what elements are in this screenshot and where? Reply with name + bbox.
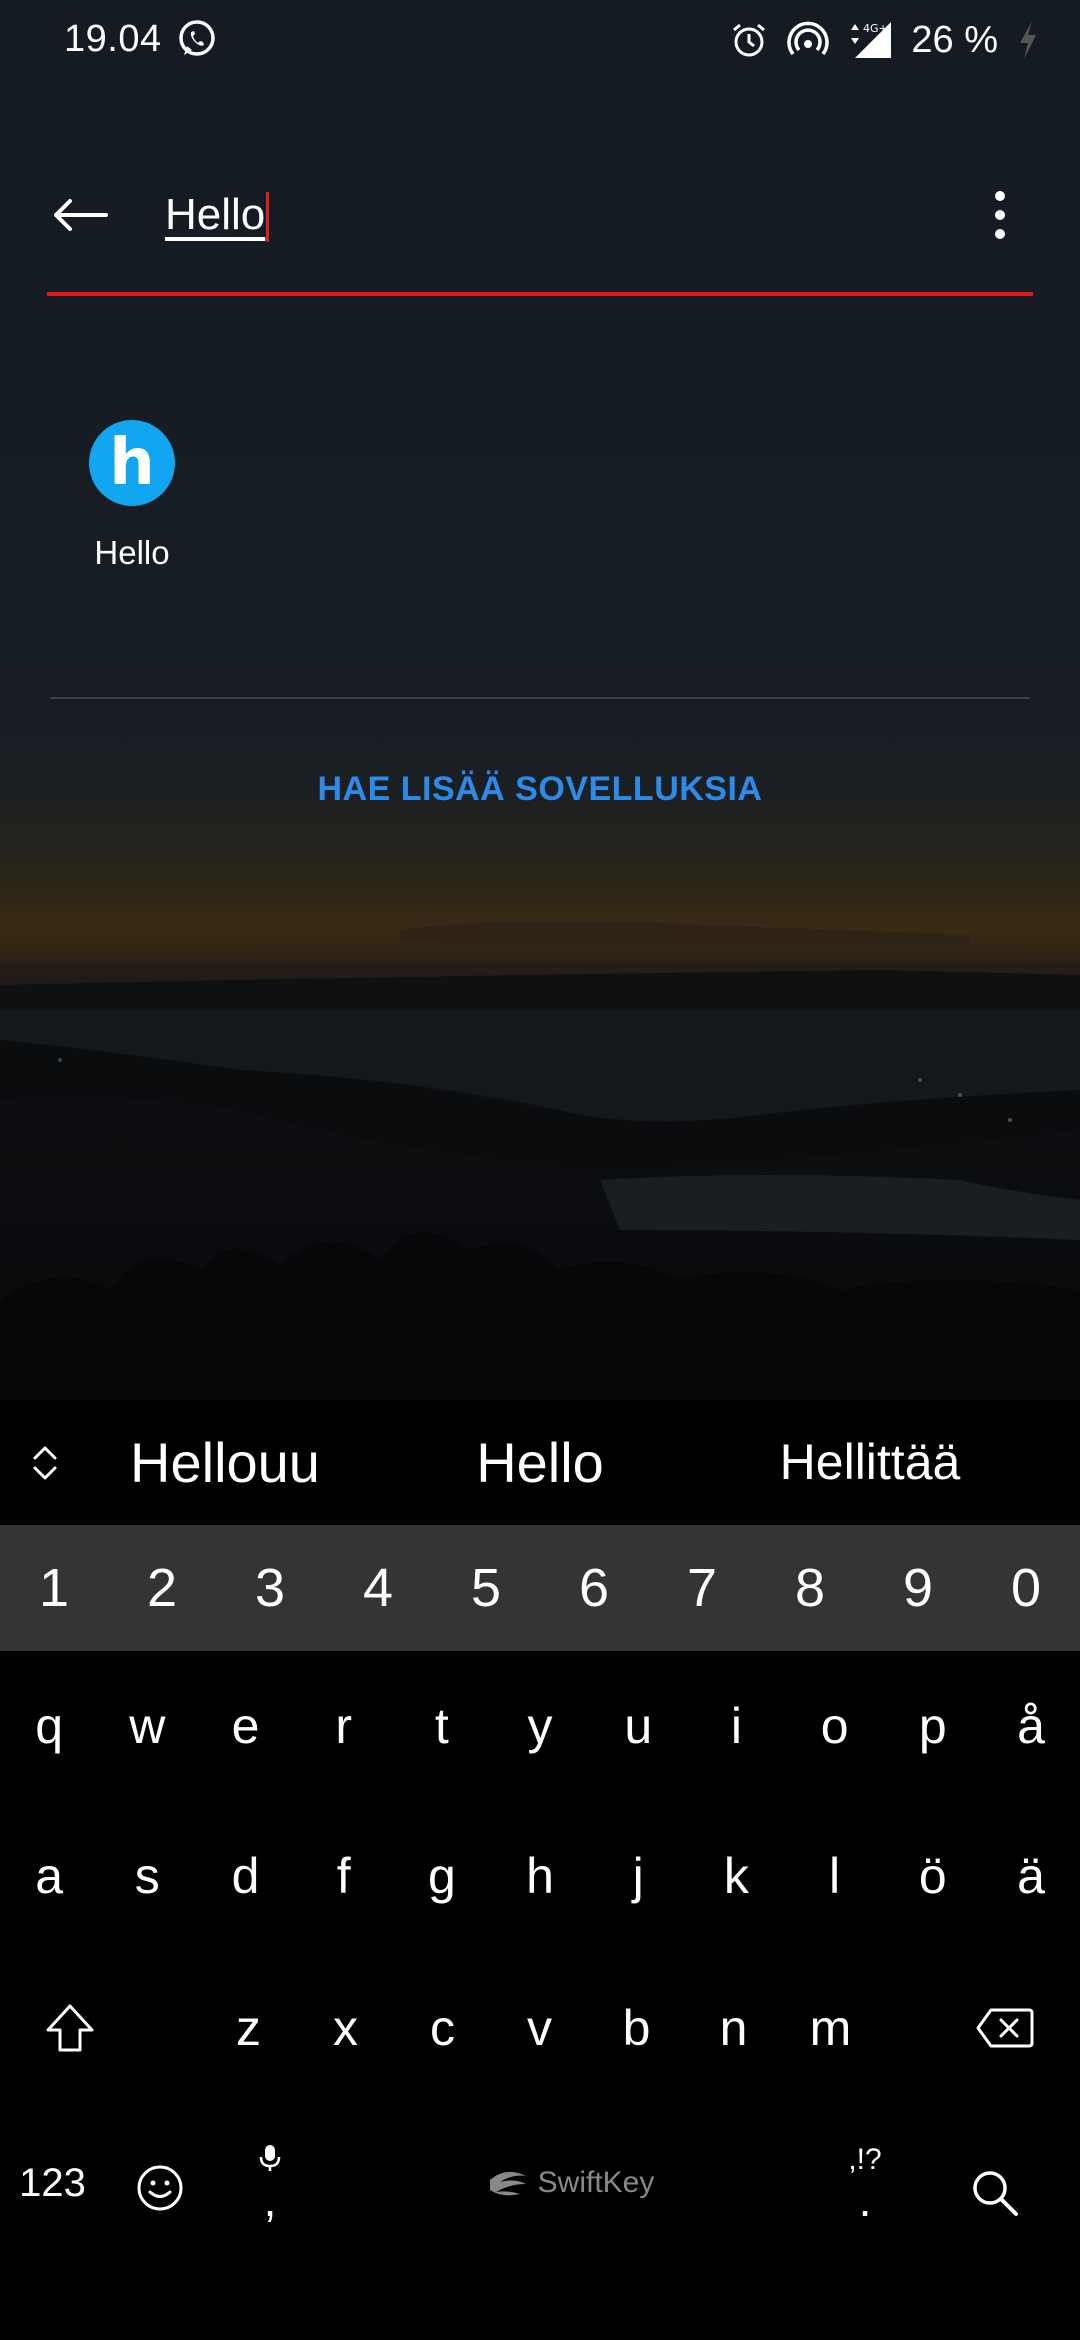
search-action-key[interactable] xyxy=(950,2148,1040,2238)
keyboard-suggestion-bar: Hellouu Hello Hellittää xyxy=(0,1400,1080,1525)
status-bar: 19.04 4G+ 26 % xyxy=(0,0,1080,80)
signal-icon: 4G+ xyxy=(851,22,892,58)
key-e[interactable]: e xyxy=(196,1651,294,1801)
comma-label: , xyxy=(263,2174,277,2226)
suggestion-1[interactable]: Hellouu xyxy=(90,1400,360,1525)
search-input[interactable]: Hello xyxy=(165,180,825,250)
space-bar[interactable]: SwiftKey xyxy=(330,2103,810,2263)
key-9[interactable]: 9 xyxy=(864,1525,972,1651)
key-a-ring[interactable]: å xyxy=(982,1651,1080,1801)
key-m[interactable]: m xyxy=(782,1953,879,2103)
backspace-icon xyxy=(976,2008,1034,2048)
back-arrow-icon xyxy=(54,199,108,231)
key-3[interactable]: 3 xyxy=(216,1525,324,1651)
punctuation-alt-label: ,!? xyxy=(848,2143,882,2176)
numbers-mode-key[interactable]: 123 xyxy=(0,2103,105,2263)
key-a[interactable]: a xyxy=(0,1801,98,1951)
hello-app-icon: h xyxy=(89,420,175,506)
text-caret xyxy=(266,192,270,243)
key-a-umlaut[interactable]: ä xyxy=(982,1801,1080,1951)
key-x[interactable]: x xyxy=(297,1953,394,2103)
key-k[interactable]: k xyxy=(687,1801,785,1951)
key-1[interactable]: 1 xyxy=(0,1525,108,1651)
shift-key[interactable] xyxy=(0,1953,140,2103)
key-n[interactable]: n xyxy=(685,1953,782,2103)
more-options-button[interactable] xyxy=(970,180,1030,250)
battery-percent: 26 % xyxy=(911,18,998,61)
svg-text:4G+: 4G+ xyxy=(863,22,888,35)
microphone-icon xyxy=(259,2145,281,2171)
key-g[interactable]: g xyxy=(393,1801,491,1951)
keyboard: 1 2 3 4 5 6 7 8 9 0 q w e r t y u i o p … xyxy=(0,1525,1080,2340)
emoji-icon xyxy=(137,2165,183,2211)
key-h[interactable]: h xyxy=(491,1801,589,1951)
key-v[interactable]: v xyxy=(491,1953,588,2103)
letter-row-1: q w e r t y u i o p å xyxy=(0,1651,1080,1801)
charging-icon xyxy=(1020,21,1036,59)
key-i[interactable]: i xyxy=(687,1651,785,1801)
emoji-key[interactable] xyxy=(120,2148,200,2228)
search-underline xyxy=(47,292,1033,296)
search-query: Hello xyxy=(165,190,266,239)
key-p[interactable]: p xyxy=(884,1651,982,1801)
key-5[interactable]: 5 xyxy=(432,1525,540,1651)
key-b[interactable]: b xyxy=(588,1953,685,2103)
app-result-item[interactable]: h Hello xyxy=(72,420,192,572)
more-options-icon xyxy=(995,191,1005,201)
alarm-icon xyxy=(733,23,766,57)
key-0[interactable]: 0 xyxy=(972,1525,1080,1651)
key-o-umlaut[interactable]: ö xyxy=(884,1801,982,1951)
status-icons: 4G+ 26 % xyxy=(729,14,1040,66)
key-6[interactable]: 6 xyxy=(540,1525,648,1651)
key-c[interactable]: c xyxy=(394,1953,491,2103)
key-w[interactable]: w xyxy=(98,1651,196,1801)
search-more-apps-link[interactable]: HAE LISÄÄ SOVELLUKSIA xyxy=(0,770,1080,809)
backspace-key[interactable] xyxy=(930,1953,1080,2103)
whatsapp-icon xyxy=(179,20,215,56)
expand-toolbar-icon[interactable] xyxy=(25,1440,65,1486)
key-j[interactable]: j xyxy=(589,1801,687,1951)
period-label: . xyxy=(858,2174,872,2226)
key-s[interactable]: s xyxy=(98,1801,196,1951)
key-2[interactable]: 2 xyxy=(108,1525,216,1651)
letter-row-2: a s d f g h j k l ö ä xyxy=(0,1801,1080,1951)
results-divider xyxy=(50,697,1030,699)
key-4[interactable]: 4 xyxy=(324,1525,432,1651)
app-result-label: Hello xyxy=(94,534,170,571)
bottom-row: 123 , SwiftKey ,!? . xyxy=(0,2103,1080,2263)
key-d[interactable]: d xyxy=(196,1801,294,1951)
key-7[interactable]: 7 xyxy=(648,1525,756,1651)
key-y[interactable]: y xyxy=(491,1651,589,1801)
search-icon xyxy=(973,2171,1018,2216)
key-z[interactable]: z xyxy=(200,1953,297,2103)
key-f[interactable]: f xyxy=(295,1801,393,1951)
key-o[interactable]: o xyxy=(786,1651,884,1801)
key-q[interactable]: q xyxy=(0,1651,98,1801)
space-brand-label: SwiftKey xyxy=(537,2166,655,2199)
key-r[interactable]: r xyxy=(295,1651,393,1801)
key-t[interactable]: t xyxy=(393,1651,491,1801)
shift-icon xyxy=(46,2004,94,2052)
suggestion-3[interactable]: Hellittää xyxy=(720,1400,1020,1525)
letter-row-3: z x c v b n m xyxy=(0,1953,1080,2103)
back-button[interactable] xyxy=(40,175,120,255)
key-l[interactable]: l xyxy=(786,1801,884,1951)
number-row: 1 2 3 4 5 6 7 8 9 0 xyxy=(0,1525,1080,1651)
swiftkey-logo-icon xyxy=(489,2171,526,2196)
punctuation-key[interactable]: ,!? . xyxy=(820,2103,910,2263)
comma-voice-key[interactable]: , xyxy=(230,2103,310,2263)
hotspot-icon xyxy=(787,21,830,56)
suggestion-2[interactable]: Hello xyxy=(400,1400,680,1525)
key-u[interactable]: u xyxy=(589,1651,687,1801)
key-8[interactable]: 8 xyxy=(756,1525,864,1651)
status-time: 19.04 xyxy=(64,18,162,60)
